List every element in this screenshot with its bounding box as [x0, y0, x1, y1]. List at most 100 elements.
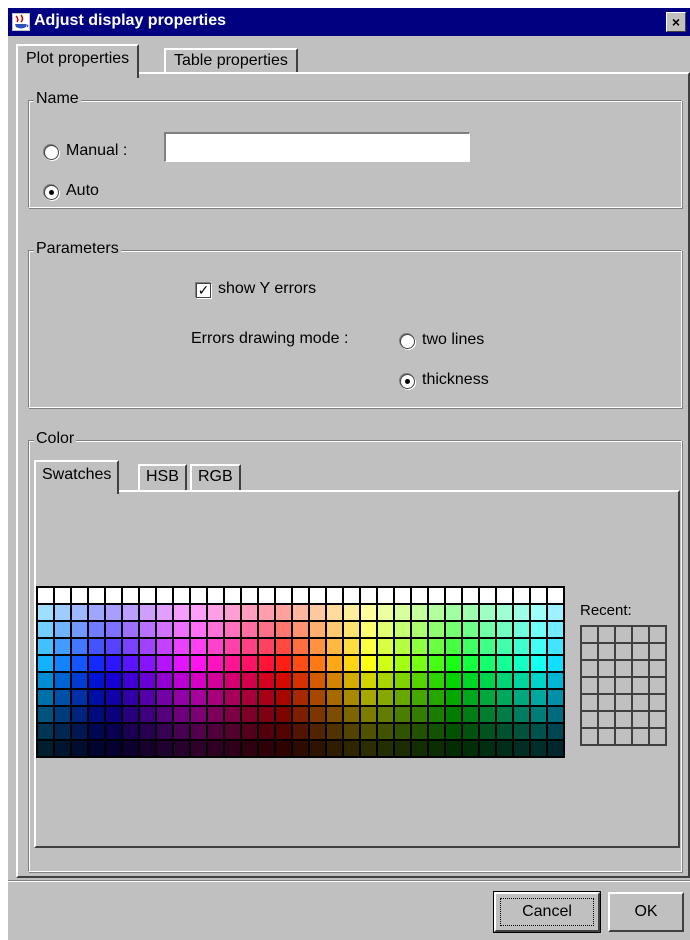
color-swatch[interactable]: [190, 740, 207, 757]
color-swatch[interactable]: [71, 723, 88, 740]
color-swatch[interactable]: [496, 621, 513, 638]
title-bar[interactable]: Adjust display properties ×: [8, 8, 690, 36]
color-swatch[interactable]: [513, 723, 530, 740]
color-swatch[interactable]: [122, 706, 139, 723]
color-swatch[interactable]: [71, 706, 88, 723]
color-swatch[interactable]: [275, 587, 292, 604]
color-swatch[interactable]: [309, 587, 326, 604]
color-swatch[interactable]: [309, 655, 326, 672]
color-swatch[interactable]: [241, 689, 258, 706]
recent-swatch[interactable]: [649, 643, 666, 660]
color-swatch[interactable]: [173, 723, 190, 740]
color-swatch[interactable]: [37, 672, 54, 689]
color-swatch[interactable]: [122, 689, 139, 706]
color-swatch[interactable]: [275, 655, 292, 672]
color-swatch[interactable]: [411, 638, 428, 655]
color-swatch[interactable]: [445, 655, 462, 672]
color-swatch[interactable]: [496, 655, 513, 672]
color-swatch[interactable]: [54, 604, 71, 621]
color-swatch[interactable]: [547, 706, 564, 723]
color-swatch[interactable]: [411, 655, 428, 672]
color-swatch[interactable]: [224, 621, 241, 638]
color-swatch[interactable]: [428, 740, 445, 757]
color-swatch[interactable]: [360, 604, 377, 621]
color-swatch[interactable]: [394, 655, 411, 672]
color-swatch[interactable]: [139, 723, 156, 740]
color-swatch[interactable]: [292, 604, 309, 621]
color-swatch[interactable]: [173, 706, 190, 723]
color-swatch[interactable]: [71, 740, 88, 757]
color-swatch[interactable]: [173, 638, 190, 655]
color-swatch[interactable]: [54, 689, 71, 706]
recent-swatch[interactable]: [598, 728, 615, 745]
color-swatch[interactable]: [224, 689, 241, 706]
color-swatch[interactable]: [241, 740, 258, 757]
color-swatch[interactable]: [360, 706, 377, 723]
color-swatch[interactable]: [377, 672, 394, 689]
color-swatch[interactable]: [139, 689, 156, 706]
color-swatch[interactable]: [462, 655, 479, 672]
close-button[interactable]: ×: [666, 12, 686, 32]
color-swatch[interactable]: [343, 706, 360, 723]
color-swatch[interactable]: [360, 621, 377, 638]
color-swatch[interactable]: [37, 587, 54, 604]
color-swatch[interactable]: [156, 587, 173, 604]
color-swatch[interactable]: [496, 672, 513, 689]
color-swatch[interactable]: [513, 689, 530, 706]
color-swatch[interactable]: [496, 604, 513, 621]
color-swatch[interactable]: [258, 723, 275, 740]
color-swatch[interactable]: [428, 723, 445, 740]
color-swatch[interactable]: [428, 587, 445, 604]
color-swatch[interactable]: [547, 723, 564, 740]
color-swatch[interactable]: [479, 587, 496, 604]
color-swatch[interactable]: [343, 740, 360, 757]
color-swatch[interactable]: [496, 740, 513, 757]
color-swatch[interactable]: [428, 604, 445, 621]
color-swatch[interactable]: [224, 638, 241, 655]
color-swatch[interactable]: [479, 689, 496, 706]
two-lines-radio[interactable]: [400, 334, 415, 349]
color-swatch[interactable]: [360, 740, 377, 757]
recent-swatch[interactable]: [632, 660, 649, 677]
color-swatch[interactable]: [88, 706, 105, 723]
color-swatch[interactable]: [37, 740, 54, 757]
color-swatch[interactable]: [530, 604, 547, 621]
color-swatch[interactable]: [190, 706, 207, 723]
manual-radio[interactable]: [44, 145, 59, 160]
color-swatch[interactable]: [190, 638, 207, 655]
recent-swatch[interactable]: [615, 677, 632, 694]
color-swatch[interactable]: [207, 706, 224, 723]
color-swatch[interactable]: [547, 740, 564, 757]
color-swatch[interactable]: [360, 638, 377, 655]
color-swatch[interactable]: [309, 621, 326, 638]
tab-swatches[interactable]: Swatches: [34, 460, 120, 494]
color-swatch[interactable]: [547, 689, 564, 706]
color-swatch[interactable]: [190, 621, 207, 638]
color-swatch[interactable]: [411, 621, 428, 638]
color-swatch[interactable]: [275, 723, 292, 740]
color-swatch[interactable]: [445, 638, 462, 655]
recent-swatch[interactable]: [581, 677, 598, 694]
color-swatch[interactable]: [88, 740, 105, 757]
color-swatch[interactable]: [394, 740, 411, 757]
color-swatch[interactable]: [326, 740, 343, 757]
color-swatch[interactable]: [326, 706, 343, 723]
color-swatch[interactable]: [224, 723, 241, 740]
color-swatch[interactable]: [173, 655, 190, 672]
color-swatch[interactable]: [207, 655, 224, 672]
color-swatch[interactable]: [207, 587, 224, 604]
color-swatch[interactable]: [139, 621, 156, 638]
tab-table-properties[interactable]: Table properties: [164, 48, 298, 74]
tab-hsb[interactable]: HSB: [138, 464, 187, 492]
color-swatch[interactable]: [513, 655, 530, 672]
color-swatch[interactable]: [462, 604, 479, 621]
color-swatch[interactable]: [462, 621, 479, 638]
color-swatch[interactable]: [105, 621, 122, 638]
color-swatch[interactable]: [547, 604, 564, 621]
color-swatch[interactable]: [496, 723, 513, 740]
color-swatch[interactable]: [258, 604, 275, 621]
color-swatch[interactable]: [105, 672, 122, 689]
color-swatch[interactable]: [513, 621, 530, 638]
color-swatch[interactable]: [462, 672, 479, 689]
color-swatch[interactable]: [54, 655, 71, 672]
